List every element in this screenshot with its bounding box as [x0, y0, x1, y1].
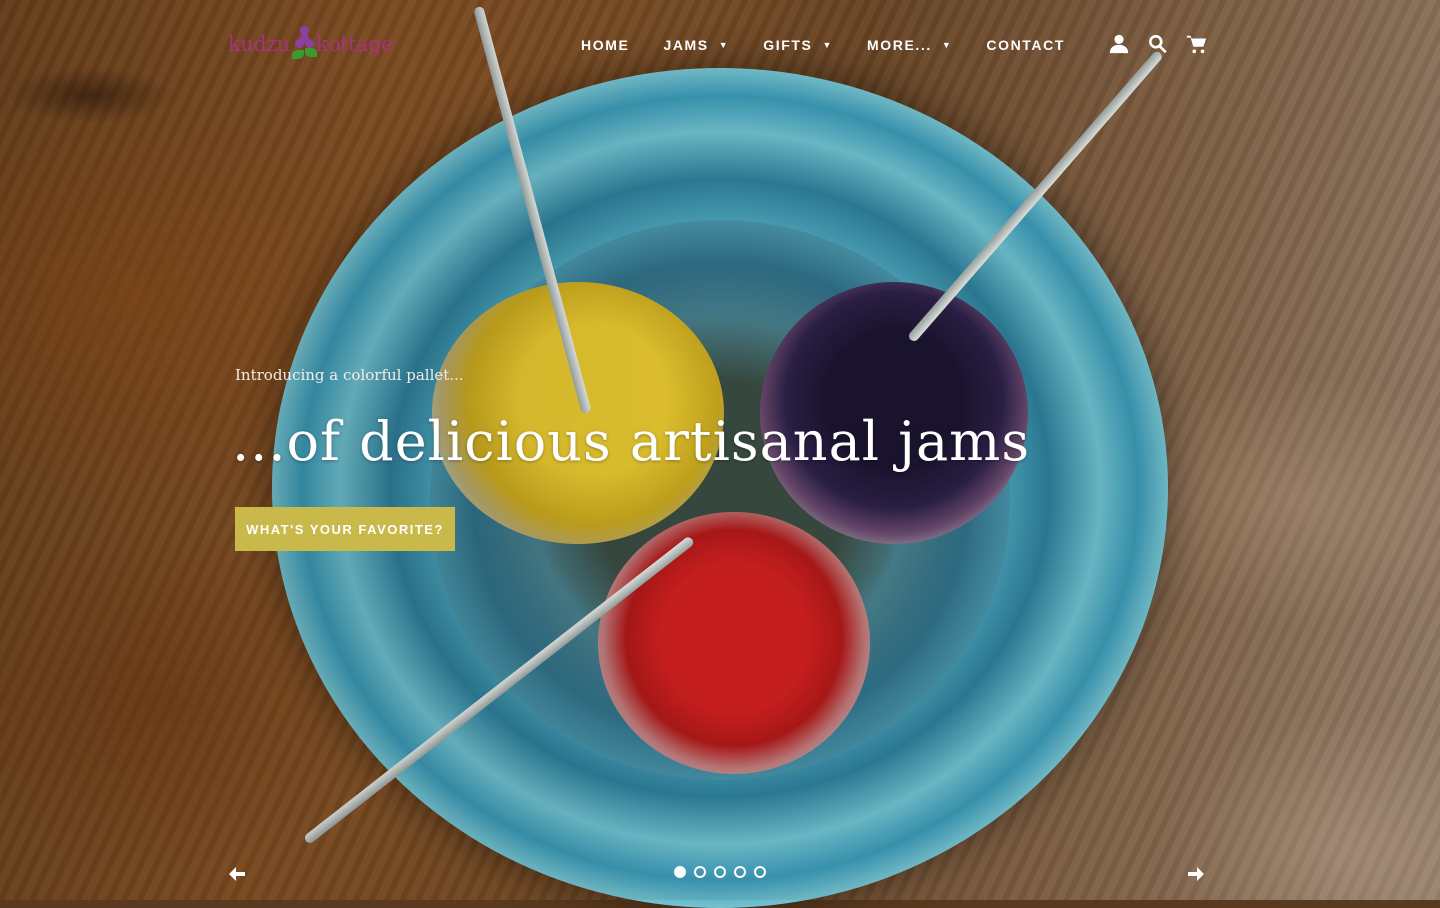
- nav-gifts[interactable]: GIFTS ▼: [763, 37, 833, 53]
- caret-down-icon: ▼: [822, 40, 833, 50]
- slide-dot-5[interactable]: [754, 866, 766, 878]
- nav-jams[interactable]: JAMS ▼: [663, 37, 729, 53]
- slide-dot-4[interactable]: [734, 866, 746, 878]
- logo-text-kottage: kottage: [315, 32, 394, 56]
- nav-home[interactable]: HOME: [581, 37, 629, 53]
- nav-contact-label: CONTACT: [986, 37, 1065, 53]
- hero-subtitle: Introducing a colorful pallet...: [235, 366, 464, 384]
- caret-down-icon: ▼: [718, 40, 730, 50]
- nav-more[interactable]: MORE... ▼: [867, 37, 952, 53]
- main-navigation: HOME JAMS ▼ GIFTS ▼ MORE... ▼ CONTACT: [564, 28, 1082, 62]
- nav-more-label: MORE...: [867, 37, 932, 53]
- slide-dot-2[interactable]: [694, 866, 706, 878]
- slide-dot-3[interactable]: [714, 866, 726, 878]
- caret-down-icon: ▼: [941, 40, 953, 50]
- logo-flower-icon: [291, 26, 317, 62]
- slideshow-pagination: [674, 866, 774, 878]
- nav-home-label: HOME: [581, 37, 630, 53]
- account-icon[interactable]: [1106, 31, 1132, 57]
- logo-text-kudzu: kudzu: [228, 32, 290, 56]
- nav-gifts-label: GIFTS: [763, 37, 813, 53]
- site-logo[interactable]: kudzu kottage: [228, 22, 394, 66]
- nav-contact[interactable]: CONTACT: [986, 37, 1065, 53]
- arrow-right-icon[interactable]: [1183, 862, 1209, 886]
- nav-jams-label: JAMS: [663, 37, 709, 53]
- cart-icon[interactable]: [1184, 31, 1210, 57]
- slide-dot-1[interactable]: [674, 866, 686, 878]
- hero-cta-button[interactable]: WHAT'S YOUR FAVORITE?: [235, 507, 455, 551]
- hero-title: ...of delicious artisanal jams: [232, 410, 1031, 473]
- search-icon[interactable]: [1145, 31, 1171, 57]
- header-icon-group: [1106, 30, 1223, 58]
- site-header: kudzu kottage HOME JAMS ▼ GIFTS ▼ MORE..…: [0, 0, 1440, 90]
- arrow-left-icon[interactable]: [224, 862, 250, 886]
